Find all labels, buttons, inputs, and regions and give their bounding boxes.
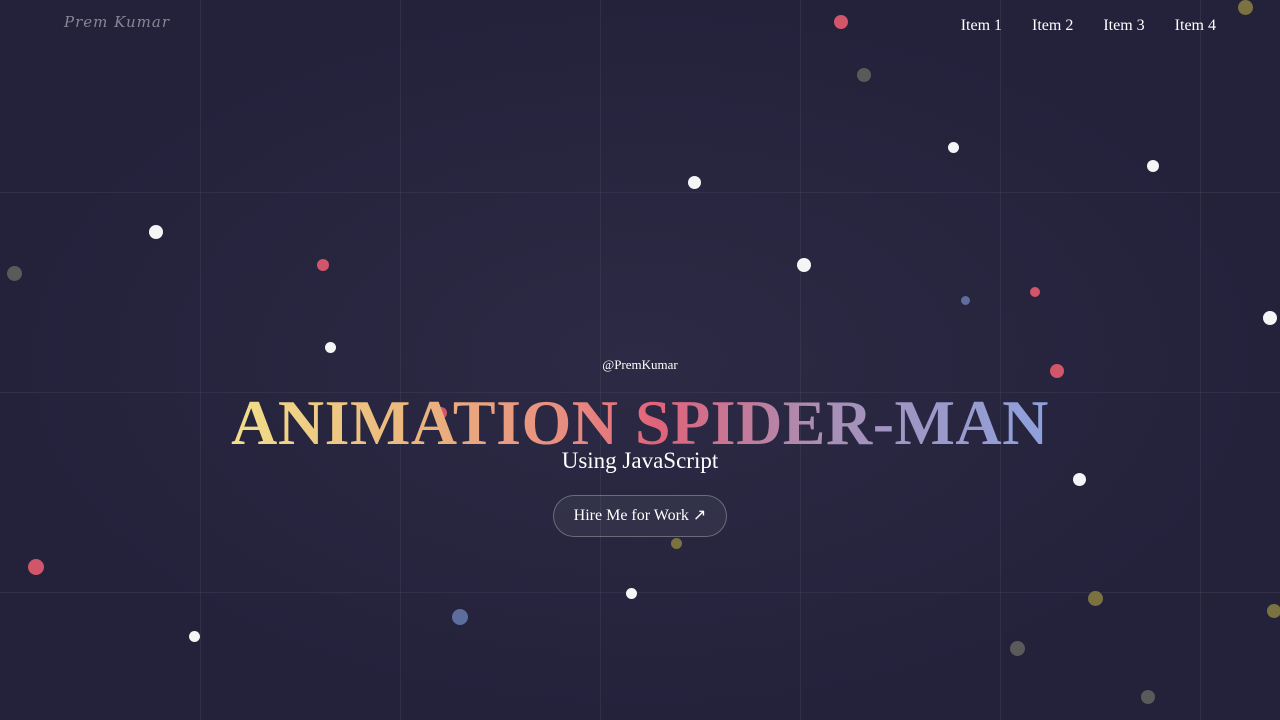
particle-dot xyxy=(452,609,468,625)
logo[interactable]: Prem Kumar xyxy=(64,13,170,31)
hire-me-button[interactable]: Hire Me for Work ↗ xyxy=(552,495,728,537)
nav-item-2[interactable]: Item 2 xyxy=(1032,17,1073,35)
nav-menu: Item 1 Item 2 Item 3 Item 4 xyxy=(961,17,1216,35)
particle-dot xyxy=(1147,160,1159,172)
particle-dot xyxy=(687,175,701,189)
particle-dot xyxy=(1009,640,1025,656)
particle-dot xyxy=(670,537,682,549)
particle-dot xyxy=(149,225,163,239)
particle-dot xyxy=(960,295,970,305)
particle-dot xyxy=(28,559,44,575)
particle-dot xyxy=(625,587,637,599)
particle-dot xyxy=(1237,0,1253,15)
particle-dot xyxy=(1267,604,1280,618)
particle-dot xyxy=(324,341,336,353)
particle-dot xyxy=(857,68,871,82)
particle-dot xyxy=(834,15,848,29)
particle-dot xyxy=(1087,590,1103,606)
particle-dot xyxy=(317,259,329,271)
hero-subtitle: Using JavaScript xyxy=(561,448,719,473)
author-handle: @PremKumar xyxy=(602,357,678,372)
particle-dot xyxy=(6,265,22,281)
nav-item-1[interactable]: Item 1 xyxy=(961,17,1002,35)
particle-dot xyxy=(1263,311,1277,325)
particle-dot xyxy=(1141,690,1155,704)
particle-dot xyxy=(188,630,200,642)
particle-dot xyxy=(797,258,811,272)
nav-item-4[interactable]: Item 4 xyxy=(1175,17,1216,35)
particle-dot xyxy=(1030,287,1040,297)
nav-item-3[interactable]: Item 3 xyxy=(1103,17,1144,35)
hero-section: @PremKumar ANIMATION SPIDER-MAN Using Ja… xyxy=(0,356,1280,537)
particle-dot xyxy=(947,141,959,153)
